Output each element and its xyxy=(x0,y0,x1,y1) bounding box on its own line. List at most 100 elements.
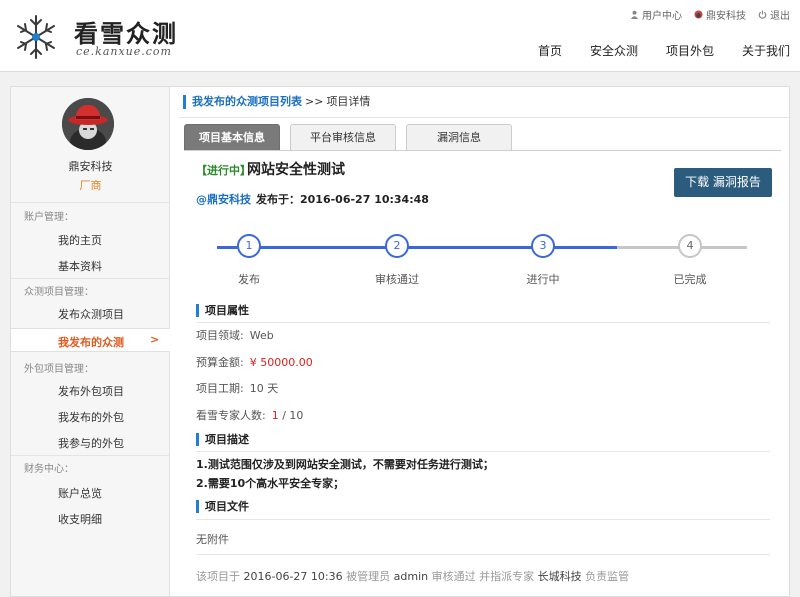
field-domain-value: Web xyxy=(249,329,274,342)
footnote-text: 审核通过 并指派专家 xyxy=(431,570,535,583)
sidebar-section-account: 账户管理： xyxy=(24,212,74,223)
footnote-time: 2016-06-27 10:36 xyxy=(243,570,343,583)
step-label-2: 审核通过 xyxy=(375,273,419,286)
sidebar-divider xyxy=(11,278,170,279)
download-report-button[interactable]: 下载 漏洞报告 xyxy=(674,168,772,197)
user-icon xyxy=(630,10,639,19)
field-period-label: 项目工期: xyxy=(196,382,244,395)
progress-fill xyxy=(217,246,617,249)
main-nav: 首页 安全众测 项目外包 关于我们 xyxy=(510,42,790,59)
section-heading-description: 项目描述 xyxy=(196,433,249,446)
snowflake-logo-icon[interactable] xyxy=(16,12,56,62)
sidebar-item-account-overview[interactable]: 账户总览 xyxy=(58,485,102,501)
sidebar-item-transactions[interactable]: 收支明细 xyxy=(58,511,102,527)
divider xyxy=(196,451,770,452)
tab-vulnerability-info[interactable]: 漏洞信息 xyxy=(406,124,512,150)
step-label-3: 进行中 xyxy=(526,273,560,286)
nav-home[interactable]: 首页 xyxy=(538,42,562,59)
no-attachment-text: 无附件 xyxy=(196,533,229,546)
footnote-text: 被管理员 xyxy=(346,570,391,583)
status-badge: 【进行中】 xyxy=(196,164,251,177)
site-header: 看雪众测 ce.kanxue.com 用户中心 鼎安科技 退出 首页 安全众测 … xyxy=(0,0,800,72)
divider xyxy=(196,322,770,323)
divider xyxy=(179,117,791,118)
chevron-right-icon: > xyxy=(150,333,160,346)
step-node-1: 1 xyxy=(237,234,261,258)
sidebar-item-my-outsource[interactable]: 我发布的外包 xyxy=(58,409,124,425)
user-center-link[interactable]: 用户中心 xyxy=(630,7,682,22)
field-domain-label: 项目领域: xyxy=(196,329,244,342)
logo-subtitle: ce.kanxue.com xyxy=(76,45,172,58)
field-budget: 预算金额: ¥ 50000.00 xyxy=(196,354,313,370)
account-link[interactable]: 鼎安科技 xyxy=(694,7,746,22)
sidebar-section-crowdtest: 众测项目管理： xyxy=(24,287,94,298)
step-node-3: 3 xyxy=(531,234,555,258)
sidebar-user-role: 厂商 xyxy=(79,179,102,192)
field-period-value: 10 天 xyxy=(249,382,279,395)
step-node-4: 4 xyxy=(678,234,702,258)
publisher-link[interactable]: @鼎安科技 xyxy=(196,193,251,206)
breadcrumb: 我发布的众测项目列表 >> 项目详情 xyxy=(183,95,370,109)
sidebar-item-publish-outsource[interactable]: 发布外包项目 xyxy=(58,383,124,399)
divider xyxy=(196,554,770,555)
detail-tabs: 项目基本信息 平台审核信息 漏洞信息 xyxy=(184,124,512,150)
project-title: 网站安全性测试 xyxy=(247,162,345,178)
publish-info: @鼎安科技 发布于：2016-06-27 10:34:48 xyxy=(196,191,429,207)
published-label: 发布于： xyxy=(256,193,300,206)
footnote-text: 该项目于 xyxy=(196,570,240,583)
sidebar-item-profile[interactable]: 基本资料 xyxy=(58,258,102,274)
breadcrumb-current: 项目详情 xyxy=(326,95,371,108)
field-experts-current: 1 xyxy=(271,409,279,422)
tab-review-info[interactable]: 平台审核信息 xyxy=(290,124,396,150)
sidebar-item-my-tests[interactable]: 我发布的众测 > xyxy=(11,328,170,352)
sidebar: 鼎安科技 厂商 账户管理： 我的主页 基本资料 众测项目管理： 发布众测项目 我… xyxy=(11,87,170,596)
sidebar-item-label: 我发布的众测 xyxy=(58,336,124,349)
logout-link[interactable]: 退出 xyxy=(758,7,790,22)
section-heading-files: 项目文件 xyxy=(196,500,249,513)
sidebar-divider xyxy=(11,455,170,456)
field-experts-total: / 10 xyxy=(282,409,304,422)
content-frame: 鼎安科技 厂商 账户管理： 我的主页 基本资料 众测项目管理： 发布众测项目 我… xyxy=(10,86,791,597)
sidebar-item-joined-outsource[interactable]: 我参与的外包 xyxy=(58,435,124,451)
tab-basic-info[interactable]: 项目基本信息 xyxy=(184,124,280,150)
field-experts-label: 看雪专家人数: xyxy=(196,409,266,422)
sidebar-section-outsourcing: 外包项目管理： xyxy=(24,364,94,375)
section-heading-attributes: 项目属性 xyxy=(196,304,249,317)
tab-underline xyxy=(184,150,781,151)
logo-text[interactable]: 看雪众测 xyxy=(74,14,178,49)
field-period: 项目工期: 10 天 xyxy=(196,380,278,396)
step-label-4: 已完成 xyxy=(673,273,707,286)
sidebar-item-publish-test[interactable]: 发布众测项目 xyxy=(58,306,124,322)
sidebar-item-my-home[interactable]: 我的主页 xyxy=(58,232,102,248)
avatar xyxy=(62,98,114,150)
avatar-icon xyxy=(694,10,703,19)
footnote-expert-link[interactable]: 长城科技 xyxy=(538,570,582,583)
red-hat-avatar-icon xyxy=(62,98,114,150)
description-line: 2.需要10个高水平安全专家； xyxy=(196,477,345,490)
description-line: 1.测试范围仅涉及到网站安全测试，不需要对任务进行测试； xyxy=(196,458,494,471)
divider xyxy=(196,519,770,520)
breadcrumb-parent-link[interactable]: 我发布的众测项目列表 xyxy=(192,95,302,108)
nav-outsourcing[interactable]: 项目外包 xyxy=(666,42,714,59)
nav-about[interactable]: 关于我们 xyxy=(742,42,790,59)
footnote-text: 负责监管 xyxy=(585,570,630,583)
footnote-admin: admin xyxy=(393,570,429,583)
top-links: 用户中心 鼎安科技 退出 xyxy=(630,7,790,22)
logout-label: 退出 xyxy=(770,11,790,22)
breadcrumb-separator: >> xyxy=(305,95,324,108)
sidebar-section-finance: 财务中心： xyxy=(24,464,74,475)
field-budget-label: 预算金额: xyxy=(196,356,244,369)
sidebar-user-name: 鼎安科技 xyxy=(68,160,113,173)
published-time: 2016-06-27 10:34:48 xyxy=(300,193,429,206)
sidebar-divider xyxy=(11,202,170,203)
field-budget-value: ¥ 50000.00 xyxy=(249,356,313,369)
field-experts: 看雪专家人数: 1 / 10 xyxy=(196,407,303,423)
step-label-1: 发布 xyxy=(238,273,260,286)
review-footnote: 该项目于 2016-06-27 10:36 被管理员 admin 审核通过 并指… xyxy=(196,568,629,584)
account-name: 鼎安科技 xyxy=(706,11,746,22)
step-node-2: 2 xyxy=(385,234,409,258)
power-icon xyxy=(758,10,767,19)
user-center-label: 用户中心 xyxy=(642,11,682,22)
progress-steps: 1 发布 2 审核通过 3 进行中 4 已完成 xyxy=(201,234,747,294)
nav-security-test[interactable]: 安全众测 xyxy=(590,42,638,59)
